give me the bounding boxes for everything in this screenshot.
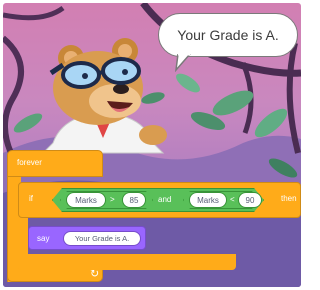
forever-block[interactable]: forever: [7, 150, 103, 177]
if-block-rail[interactable]: [18, 216, 28, 258]
threshold-85-value: 85: [129, 195, 139, 205]
then-label: then: [281, 194, 297, 203]
marks-variable-reporter-left[interactable]: Marks: [66, 192, 106, 208]
threshold-90-input[interactable]: 90: [238, 192, 262, 208]
say-message-input[interactable]: Your Grade is A.: [63, 231, 141, 246]
marks-variable-label: Marks: [75, 195, 97, 205]
speech-bubble: Your Grade is A.: [158, 13, 298, 57]
threshold-85-input[interactable]: 85: [122, 192, 146, 208]
less-than-symbol: <: [230, 195, 235, 204]
greater-than-symbol: >: [110, 195, 115, 204]
if-block-bottom[interactable]: [18, 254, 236, 270]
speech-bubble-tail: [174, 54, 191, 72]
marks-variable-label: Marks: [197, 195, 219, 205]
say-message-text: Your Grade is A.: [74, 234, 130, 243]
say-block[interactable]: say Your Grade is A.: [28, 226, 146, 250]
if-label: if: [29, 194, 33, 203]
and-label: and: [158, 195, 172, 204]
say-label: say: [37, 234, 50, 243]
threshold-90-value: 90: [245, 195, 255, 205]
speech-bubble-text: Your Grade is A.: [177, 27, 279, 43]
marks-variable-reporter-right[interactable]: Marks: [189, 192, 227, 208]
forever-label: forever: [17, 158, 42, 167]
